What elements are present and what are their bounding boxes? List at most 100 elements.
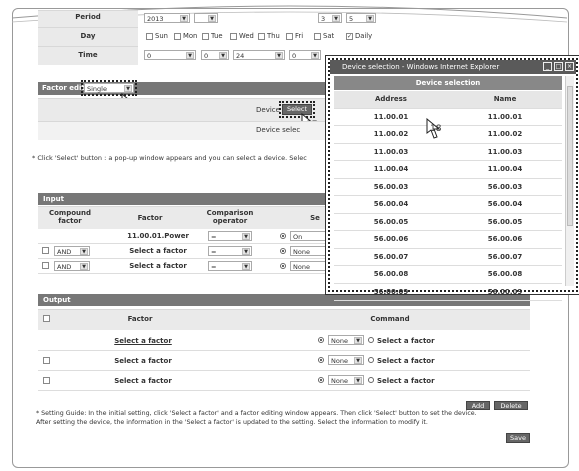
day-checkbox[interactable] (174, 32, 181, 40)
time-start-hour-select[interactable]: 0 ▼ (144, 50, 196, 60)
device-row[interactable]: 11.00.03 11.00.03 (334, 143, 562, 161)
popup-scroll-thumb[interactable] (567, 86, 573, 226)
device-col-name: Name (448, 91, 562, 109)
device-name: 56.00.05 (448, 213, 562, 231)
device-row[interactable]: 56.00.08 56.00.08 (334, 265, 562, 284)
chevron-down-icon: ▼ (332, 15, 340, 22)
output-row-checkbox[interactable] (43, 377, 50, 384)
device-address[interactable]: 11.00.04 (334, 160, 448, 179)
period-day-select[interactable]: 3 ▼ (318, 13, 342, 23)
compound-select[interactable]: AND ▼ (54, 246, 90, 256)
command-select[interactable]: None ▼ (328, 355, 364, 365)
command-select[interactable]: None ▼ (328, 335, 364, 345)
comparison-value: = (211, 248, 217, 256)
input-factor-link[interactable]: 11.00.01.Power (108, 232, 208, 240)
popup-scrollbar[interactable] (565, 76, 574, 286)
command-radio-factor[interactable] (368, 357, 374, 363)
input-row-checkbox[interactable] (42, 247, 49, 254)
setting-radio[interactable] (280, 263, 286, 269)
output-factor-link[interactable]: Select a factor (88, 377, 198, 385)
day-checkbox[interactable] (286, 32, 293, 40)
time-end-min-select[interactable]: 0 ▼ (289, 50, 321, 60)
device-address[interactable]: 56.00.09 (334, 283, 448, 301)
day-checkbox[interactable] (202, 32, 209, 40)
device-row[interactable]: 56.00.03 56.00.03 (334, 178, 562, 196)
command-factor-link[interactable]: Select a factor (377, 357, 447, 365)
device-selection-popup[interactable]: Device selection - Windows Internet Expl… (328, 58, 578, 301)
comparison-select[interactable]: = ▼ (208, 261, 252, 271)
comparison-select[interactable]: = ▼ (208, 246, 252, 256)
command-radio-none[interactable] (318, 357, 324, 363)
input-factor-link[interactable]: Select a factor (108, 262, 208, 270)
comparison-select[interactable]: = ▼ (208, 231, 252, 241)
day-label: Day (80, 32, 96, 40)
add-button[interactable]: Add (466, 401, 490, 410)
day-option-tue[interactable]: Tue (202, 32, 223, 40)
device-row[interactable]: 11.00.04 11.00.04 (334, 160, 562, 179)
day-option-daily[interactable]: ✓ Daily (346, 32, 372, 40)
setting-select[interactable]: None (290, 261, 330, 271)
day-checkbox[interactable] (230, 32, 237, 40)
period-year-select[interactable]: 2013 ▼ (144, 13, 190, 23)
period-month-select[interactable]: ▼ (194, 13, 218, 23)
day-checkbox[interactable] (146, 32, 153, 40)
day-option-thu[interactable]: Thu (258, 32, 280, 40)
input-col-comparison: Comparison operator (206, 209, 254, 225)
maximize-icon[interactable]: □ (554, 62, 563, 71)
minimize-icon[interactable]: _ (543, 62, 552, 71)
output-factor-link[interactable]: Select a factor (88, 357, 198, 365)
day-option-sat[interactable]: Sat (314, 32, 334, 40)
save-button[interactable]: Save (506, 433, 530, 443)
device-address[interactable]: 56.00.03 (334, 178, 448, 196)
day-option-fri[interactable]: Fri (286, 32, 303, 40)
device-address[interactable]: 56.00.06 (334, 230, 448, 249)
day-label-text: Daily (355, 32, 373, 40)
device-row[interactable]: 56.00.06 56.00.06 (334, 230, 562, 249)
day-checkbox[interactable] (258, 32, 265, 40)
command-factor-link[interactable]: Select a factor (377, 337, 447, 345)
command-factor-link[interactable]: Select a factor (377, 377, 447, 385)
compound-value: AND (57, 263, 72, 271)
time-start-min-select[interactable]: 0 ▼ (201, 50, 229, 60)
day-checkbox[interactable] (314, 32, 321, 40)
delete-button[interactable]: Delete (494, 401, 528, 410)
device-select-label: Device selec (256, 126, 301, 134)
output-select-all-checkbox[interactable] (43, 315, 50, 322)
device-address[interactable]: 11.00.03 (334, 143, 448, 161)
input-factor-link[interactable]: Select a factor (108, 247, 208, 255)
command-select[interactable]: None ▼ (328, 375, 364, 385)
chevron-down-icon: ▼ (80, 263, 88, 270)
device-address[interactable]: 56.00.04 (334, 195, 448, 214)
output-factor-link[interactable]: Select a factor (88, 337, 198, 345)
output-row: Select a factor None ▼ Select a factor (38, 371, 530, 391)
device-address[interactable]: 56.00.08 (334, 265, 448, 284)
period-end-select[interactable]: 5 ▼ (346, 13, 376, 23)
output-col-factor: Factor (127, 315, 153, 323)
command-radio-factor[interactable] (368, 377, 374, 383)
chevron-down-icon: ▼ (242, 263, 250, 270)
setting-radio[interactable] (280, 248, 286, 254)
command-radio-none[interactable] (318, 337, 324, 343)
input-row-checkbox[interactable] (42, 262, 49, 269)
day-checkbox[interactable]: ✓ (346, 32, 353, 40)
output-row-checkbox[interactable] (43, 357, 50, 364)
device-row[interactable]: 56.00.09 56.00.09 (334, 283, 562, 301)
device-row[interactable]: 56.00.07 56.00.07 (334, 248, 562, 266)
device-row[interactable]: 56.00.05 56.00.05 (334, 213, 562, 231)
day-option-mon[interactable]: Mon (174, 32, 197, 40)
close-icon[interactable]: × (565, 62, 574, 71)
time-end-hour-value: 24 (236, 52, 245, 60)
setting-select[interactable]: None (290, 246, 330, 256)
day-option-wed[interactable]: Wed (230, 32, 254, 40)
output-row: Select a factor None ▼ Select a factor (38, 351, 530, 371)
time-end-hour-select[interactable]: 24 ▼ (233, 50, 285, 60)
day-option-sun[interactable]: Sun (146, 32, 168, 40)
device-address[interactable]: 56.00.07 (334, 248, 448, 266)
command-radio-factor[interactable] (368, 337, 374, 343)
compound-select[interactable]: AND ▼ (54, 261, 90, 271)
device-row[interactable]: 56.00.04 56.00.04 (334, 195, 562, 214)
setting-radio[interactable] (280, 233, 286, 239)
command-radio-none[interactable] (318, 377, 324, 383)
setting-select[interactable]: On (290, 231, 330, 241)
device-address[interactable]: 56.00.05 (334, 213, 448, 231)
